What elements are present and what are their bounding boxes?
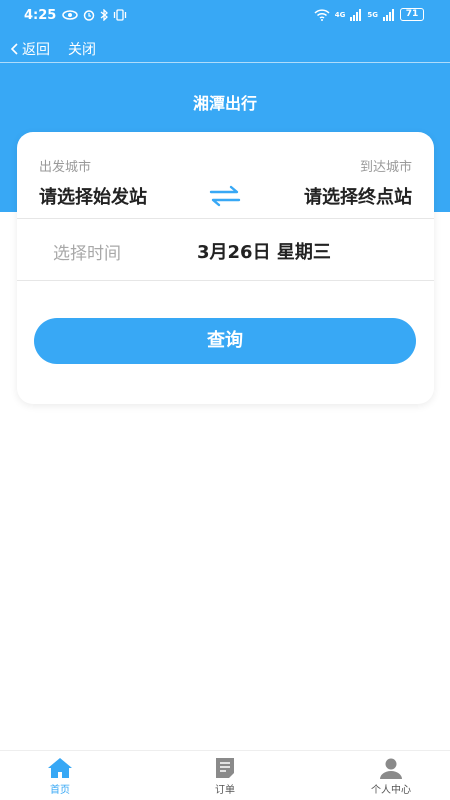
status-right-icons: 4G 5G 71 <box>314 8 424 21</box>
signal-icon-2 <box>383 8 394 21</box>
swap-icon[interactable] <box>208 184 242 208</box>
chevron-left-icon <box>10 43 18 55</box>
vibrate-icon <box>113 9 127 21</box>
from-city-label: 出发城市 <box>39 160 92 175</box>
network-type-2: 5G <box>367 10 378 19</box>
nav-bar: 返回 关闭 <box>0 34 450 62</box>
bluetooth-icon <box>100 9 108 21</box>
tab-label: 首页 <box>50 785 70 796</box>
user-icon <box>380 758 402 779</box>
battery-indicator: 71 <box>400 8 424 21</box>
tab-bar: 首页 订单 个人中心 <box>0 750 450 800</box>
card-divider-2 <box>17 280 434 281</box>
search-card: 出发城市 到达城市 请选择始发站 请选择终点站 选择时间 3月26日 星期三 查… <box>17 132 434 404</box>
alarm-icon <box>83 10 95 21</box>
tab-home[interactable]: 首页 <box>20 757 100 796</box>
card-divider <box>17 218 434 219</box>
to-city-label: 到达城市 <box>359 160 412 175</box>
tab-orders[interactable]: 订单 <box>185 757 265 796</box>
time-label: 选择时间 <box>53 244 121 264</box>
tab-label: 个人中心 <box>371 785 411 796</box>
nav-divider <box>0 62 450 63</box>
status-time: 4:25 <box>24 8 57 23</box>
home-icon <box>48 758 72 778</box>
network-type-1: 4G <box>334 10 346 19</box>
tab-profile[interactable]: 个人中心 <box>351 757 431 796</box>
page-title: 湘潭出行 <box>192 94 257 113</box>
from-station-selector[interactable]: 请选择始发站 <box>39 183 147 209</box>
query-button[interactable]: 查询 <box>34 318 416 364</box>
back-button[interactable]: 返回 <box>10 39 50 59</box>
to-station-selector[interactable]: 请选择终点站 <box>304 183 412 209</box>
date-selector[interactable]: 3月26日 星期三 <box>197 238 331 264</box>
tab-label: 订单 <box>215 785 235 796</box>
close-button[interactable]: 关闭 <box>68 39 96 59</box>
wifi-icon <box>314 8 330 21</box>
status-bar: 4:25 4G 5G 71 <box>0 0 450 32</box>
back-label: 返回 <box>22 42 50 58</box>
status-left-icons <box>62 9 127 21</box>
signal-icon <box>350 8 362 21</box>
eye-icon <box>62 10 78 20</box>
order-icon <box>216 758 234 778</box>
